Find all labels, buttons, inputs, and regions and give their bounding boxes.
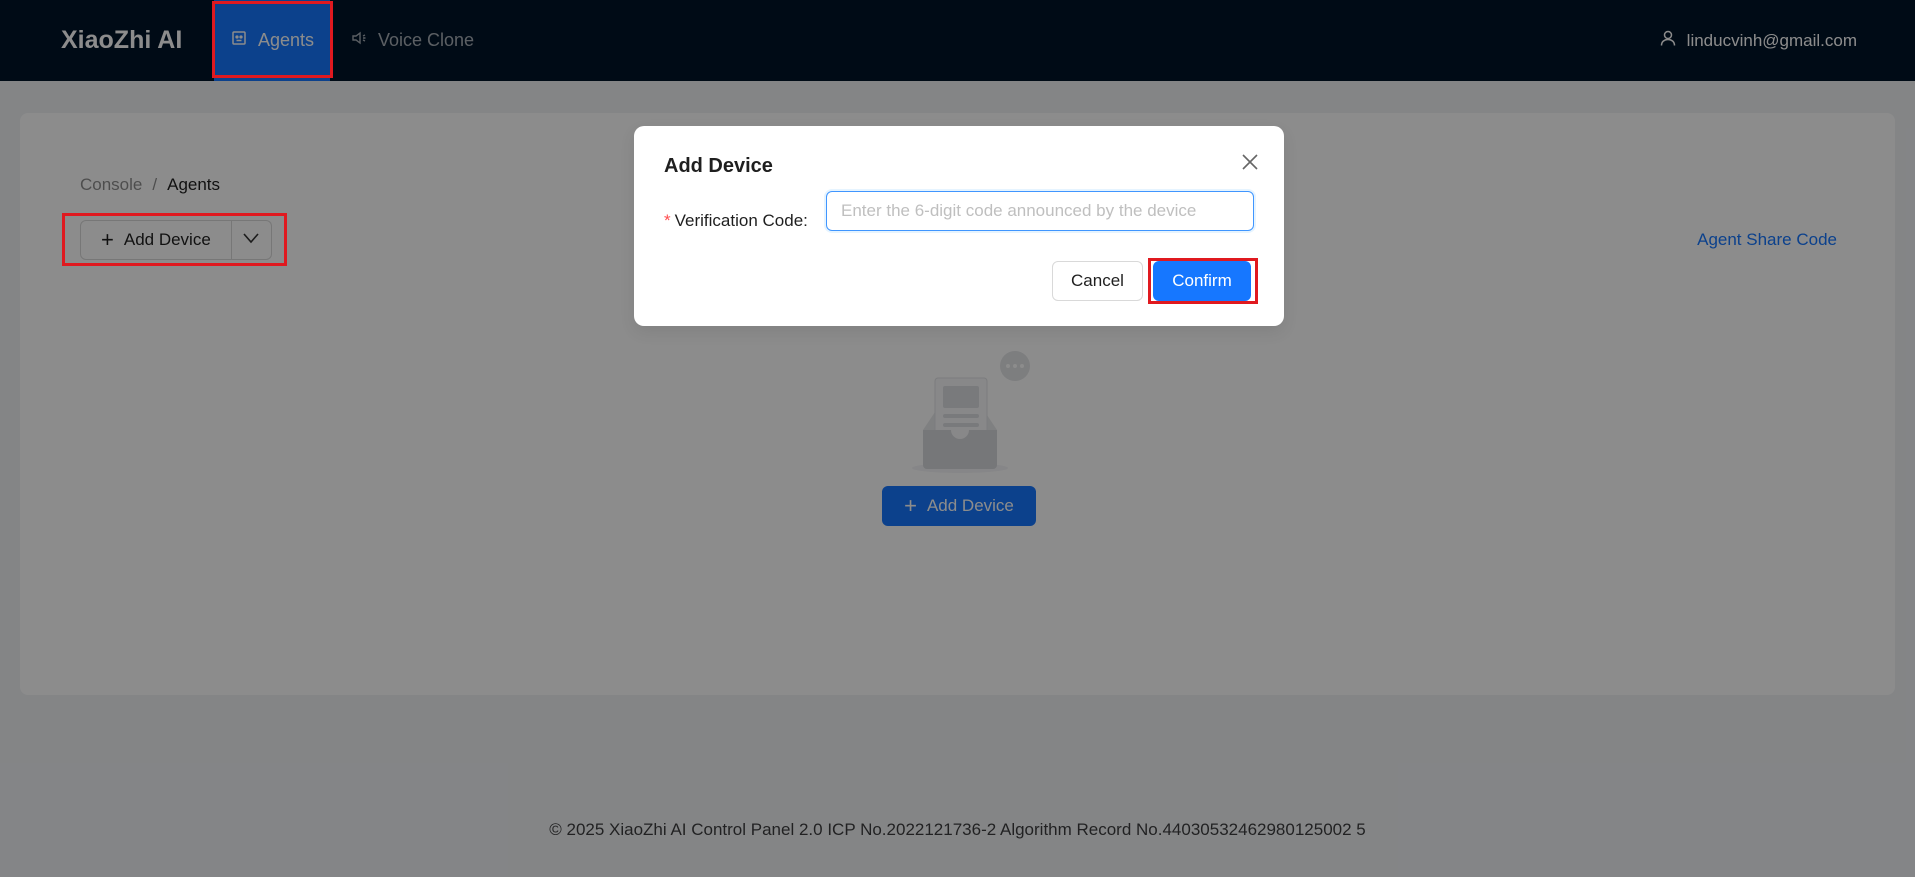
verification-code-label: * Verification Code: <box>664 201 808 241</box>
confirm-button[interactable]: Confirm <box>1153 261 1251 301</box>
close-icon[interactable] <box>1238 150 1262 174</box>
required-mark: * <box>664 211 671 230</box>
verification-code-label-text: Verification Code <box>674 211 804 230</box>
modal-title: Add Device <box>664 155 773 177</box>
verification-code-input[interactable] <box>826 191 1254 231</box>
label-colon: : <box>803 211 808 230</box>
cancel-button[interactable]: Cancel <box>1052 261 1143 301</box>
add-device-modal: Add Device *Verification Code: Cancel Co… <box>634 126 1284 326</box>
